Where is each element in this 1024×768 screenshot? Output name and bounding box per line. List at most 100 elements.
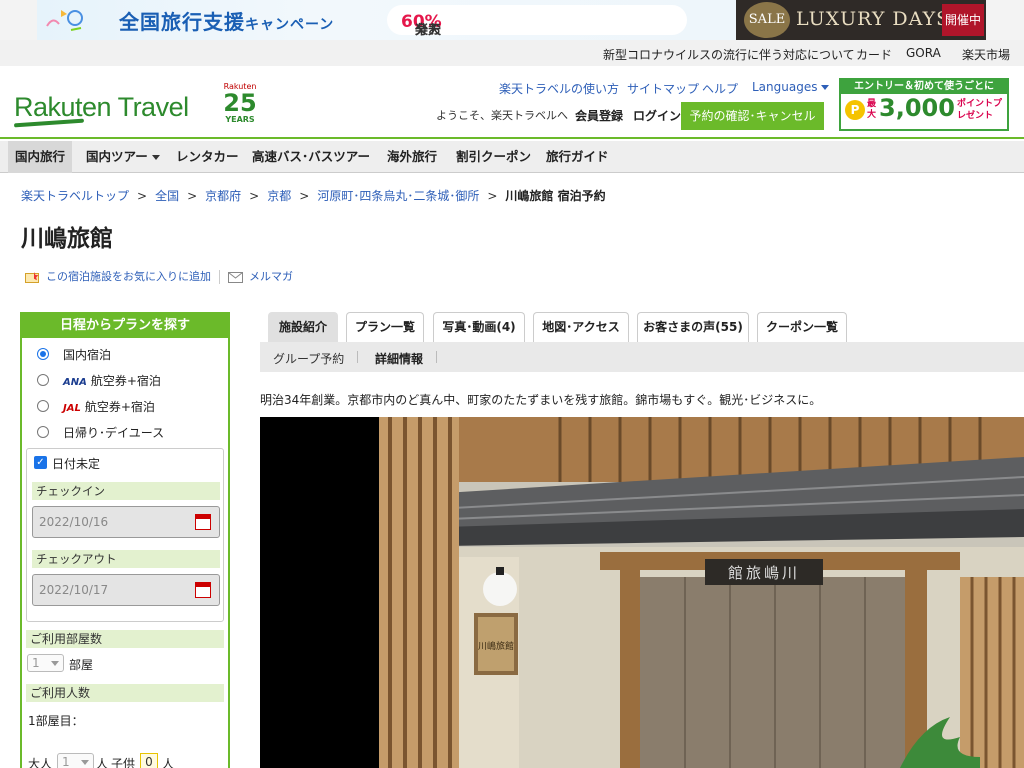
date-undecided-checkbox[interactable]: ✓ bbox=[34, 456, 47, 469]
nav-overseas[interactable]: 海外旅行 bbox=[380, 141, 444, 173]
subtab-group[interactable]: グループ予約 bbox=[273, 350, 344, 367]
subtabs: グループ予約 詳細情報 bbox=[260, 342, 1024, 372]
add-favorite-link[interactable]: この宿泊施設をお気に入りに追加 bbox=[46, 270, 211, 283]
date-undecided-label: 日付未定 bbox=[52, 457, 101, 471]
breadcrumb-nationwide[interactable]: 全国 bbox=[155, 189, 179, 203]
adult-select[interactable]: 1 bbox=[57, 753, 94, 768]
date-box: ✓ 日付未定 チェックイン 2022/10/16 チェックアウト 2022/10… bbox=[26, 448, 224, 622]
subtab-divider bbox=[436, 351, 437, 363]
sale-badge: SALE bbox=[744, 2, 790, 38]
entry-max: 最大 bbox=[867, 99, 877, 120]
child-label: 子供 bbox=[111, 757, 136, 768]
checkout-label: チェックアウト bbox=[32, 550, 220, 568]
chevron-down-icon bbox=[821, 85, 830, 90]
breadcrumb-kyoto[interactable]: 京都 bbox=[267, 189, 291, 203]
luxury-days-text: LUXURY DAYS bbox=[796, 8, 951, 30]
search-heading: 日程からプランを探す bbox=[22, 314, 228, 338]
breadcrumb-top[interactable]: 楽天トラベルトップ bbox=[21, 189, 129, 203]
adult-unit: 人 bbox=[96, 757, 109, 768]
rooms-select[interactable]: 1 bbox=[27, 654, 64, 672]
breadcrumb-current: 川嶋旅館 宿泊予約 bbox=[505, 189, 606, 203]
utility-link-covid[interactable]: 新型コロナウイルスの流行に伴う対応について bbox=[603, 46, 855, 63]
welcome-text: ようこそ、楽天トラベルへ bbox=[436, 109, 568, 122]
chevron-down-icon bbox=[81, 760, 89, 765]
login-link[interactable]: ログイン bbox=[633, 107, 681, 124]
languages-dropdown[interactable]: Languages bbox=[752, 80, 830, 94]
tab-photos[interactable]: 写真･動画(4) bbox=[433, 312, 525, 342]
nav-coupon[interactable]: 割引クーポン bbox=[449, 141, 538, 173]
how-to-use-link[interactable]: 楽天トラベルの使い方 bbox=[499, 80, 619, 97]
help-link[interactable]: ヘルプ bbox=[702, 80, 738, 97]
chevron-down-icon bbox=[151, 155, 160, 160]
utility-link-card[interactable]: カード bbox=[856, 46, 892, 63]
rooms-unit: 部屋 bbox=[69, 658, 94, 672]
nav-domestic-tour[interactable]: 国内ツアー bbox=[79, 141, 167, 173]
nav-bus[interactable]: 高速バス･バスツアー bbox=[245, 141, 377, 173]
main-nav: 国内旅行 国内ツアー レンタカー 高速バス･バスツアー 海外旅行 割引クーポン … bbox=[0, 141, 1024, 173]
adult-label: 大人 bbox=[28, 757, 53, 768]
luxury-banner[interactable]: SALE LUXURY DAYS 開催中 bbox=[736, 0, 986, 40]
radio-ana[interactable] bbox=[37, 374, 49, 386]
campaign-banner[interactable]: 全国旅行支援キャンペーン 楽天トラベルなら最大60%分お得! bbox=[37, 0, 736, 40]
entry-points: 3,000 bbox=[879, 94, 955, 122]
utility-link-ichiba[interactable]: 楽天市場 bbox=[962, 46, 1010, 63]
kaisai-badge: 開催中 bbox=[942, 4, 984, 36]
reservation-check-button[interactable]: 予約の確認･キャンセル bbox=[681, 102, 824, 130]
utility-link-gora[interactable]: GORA bbox=[906, 46, 941, 60]
checkin-input[interactable]: 2022/10/16 bbox=[32, 506, 220, 538]
entry-points-label: ポイントプレゼント bbox=[957, 99, 1003, 121]
radio-jal[interactable] bbox=[37, 400, 49, 412]
tab-overview[interactable]: 施設紹介 bbox=[268, 312, 338, 342]
campaign-title: 全国旅行支援キャンペーン bbox=[119, 10, 335, 34]
calendar-icon[interactable] bbox=[195, 582, 211, 598]
radio-domestic[interactable] bbox=[37, 348, 49, 360]
top-banner[interactable]: 全国旅行支援キャンペーン 楽天トラベルなら最大60%分お得! SALE LUXU… bbox=[0, 0, 1024, 40]
page-title: 川嶋旅館 bbox=[21, 226, 113, 252]
tab-map[interactable]: 地図･アクセス bbox=[533, 312, 629, 342]
divider bbox=[219, 270, 220, 284]
room1-label: 1部屋目： bbox=[28, 714, 84, 728]
utility-bar: 新型コロナウイルスの流行に伴う対応について カード GORA 楽天市場 bbox=[0, 40, 1024, 66]
checkin-label: チェックイン bbox=[32, 482, 220, 500]
campaign-pill: 楽天トラベルなら最大60%分お得! bbox=[387, 5, 687, 38]
child-unit: 人 bbox=[162, 757, 175, 768]
ryokan-facade-image: 川嶋旅館 館旅嶋川 bbox=[260, 417, 1024, 768]
register-link[interactable]: 会員登録 bbox=[575, 107, 623, 124]
facility-tabs: 施設紹介 プラン一覧 写真･動画(4) 地図･アクセス お客さまの声(55) ク… bbox=[260, 312, 1024, 342]
sign-small: 川嶋旅館 bbox=[478, 640, 514, 652]
nav-domestic[interactable]: 国内旅行 bbox=[8, 141, 73, 173]
radio-dayuse[interactable] bbox=[37, 426, 49, 438]
favorite-bar: この宿泊施設をお気に入りに追加 メルマガ bbox=[25, 268, 293, 284]
point-coin-icon: P bbox=[845, 100, 865, 120]
calendar-icon[interactable] bbox=[195, 514, 211, 530]
rakuten-travel-logo[interactable]: Rakuten Travel bbox=[13, 92, 189, 128]
confetti-icon bbox=[46, 10, 83, 31]
tab-reviews[interactable]: お客さまの声(55) bbox=[637, 312, 749, 342]
entry-heading: エントリー＆初めて使うごとに bbox=[841, 80, 1007, 94]
checkout-input[interactable]: 2022/10/17 bbox=[32, 574, 220, 606]
tab-plans[interactable]: プラン一覧 bbox=[346, 312, 424, 342]
subtab-divider bbox=[357, 351, 358, 363]
site-header: Rakuten Travel Rakuten 25 YEARS 楽天トラベルの使… bbox=[0, 66, 1024, 139]
child-count[interactable]: 0 bbox=[140, 753, 158, 768]
mail-icon bbox=[228, 271, 243, 283]
breadcrumb: 楽天トラベルトップ > 全国 > 京都府 > 京都 > 河原町･四条烏丸･二条城･御所 > 川嶋旅館… bbox=[21, 189, 606, 203]
subtab-details[interactable]: 詳細情報 bbox=[375, 350, 423, 367]
nav-rentacar[interactable]: レンタカー bbox=[169, 141, 246, 173]
chevron-down-icon bbox=[51, 661, 59, 666]
25-years-logo: Rakuten 25 YEARS bbox=[223, 82, 257, 124]
mailmag-link[interactable]: メルマガ bbox=[249, 270, 293, 283]
facility-photo[interactable]: 川嶋旅館 館旅嶋川 bbox=[260, 417, 1024, 768]
guests-label: ご利用人数 bbox=[26, 684, 224, 702]
sign-main: 館旅嶋川 bbox=[728, 564, 800, 582]
facility-description: 明治34年創業。京都市内のど真ん中、町家のたたずまいを残す旅館。錦市場もすぐ。観… bbox=[260, 393, 822, 407]
rooms-label: ご利用部屋数 bbox=[26, 630, 224, 648]
breadcrumb-kyoto-pref[interactable]: 京都府 bbox=[205, 189, 241, 203]
tab-coupons[interactable]: クーポン一覧 bbox=[757, 312, 847, 342]
sitemap-link[interactable]: サイトマップ bbox=[627, 80, 699, 97]
breadcrumb-area[interactable]: 河原町･四条烏丸･二条城･御所 bbox=[317, 189, 479, 203]
ana-logo: ANA bbox=[63, 377, 87, 388]
point-campaign-banner[interactable]: エントリー＆初めて使うごとに P 最大 3,000 ポイントプレゼント bbox=[839, 78, 1009, 131]
nav-guide[interactable]: 旅行ガイド bbox=[539, 141, 616, 173]
jal-logo: JAL bbox=[63, 403, 81, 414]
